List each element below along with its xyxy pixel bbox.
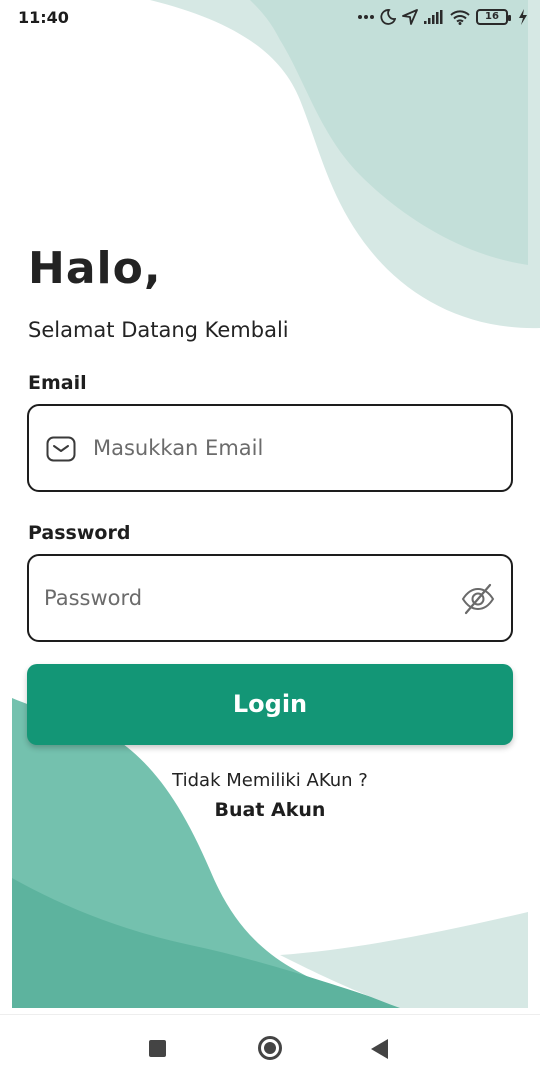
moon-icon xyxy=(380,9,396,25)
signal-icon xyxy=(424,10,443,24)
status-time: 11:40 xyxy=(18,8,69,27)
password-input[interactable] xyxy=(44,556,454,640)
password-field-container xyxy=(27,554,513,642)
password-label: Password xyxy=(28,522,131,544)
email-field-container xyxy=(27,404,513,492)
status-icons: 16 xyxy=(358,7,528,27)
eye-off-icon[interactable] xyxy=(461,582,495,616)
back-triangle-icon[interactable] xyxy=(371,1039,388,1059)
signup-prompt: Tidak Memiliki AKun ? xyxy=(172,770,368,791)
greeting-heading: Halo, xyxy=(28,243,162,294)
charging-bolt-icon xyxy=(519,9,527,25)
email-input[interactable] xyxy=(93,406,493,490)
more-dots-icon xyxy=(358,15,374,19)
navigation-bar xyxy=(0,1014,540,1080)
mail-icon xyxy=(46,436,76,462)
login-screen: Halo, Selamat Datang Kembali Email Passw… xyxy=(0,0,540,1080)
login-button[interactable]: Login xyxy=(27,664,513,745)
location-arrow-icon xyxy=(402,9,418,25)
battery-level: 16 xyxy=(485,11,499,22)
battery-icon: 16 xyxy=(476,9,511,25)
wifi-icon xyxy=(450,9,470,25)
create-account-link[interactable]: Buat Akun xyxy=(0,799,540,821)
recents-square-icon[interactable] xyxy=(149,1040,166,1057)
welcome-subtitle: Selamat Datang Kembali xyxy=(28,318,289,342)
email-label: Email xyxy=(28,372,87,394)
home-circle-icon[interactable] xyxy=(258,1036,282,1060)
status-bar: 11:40 16 xyxy=(0,0,540,34)
